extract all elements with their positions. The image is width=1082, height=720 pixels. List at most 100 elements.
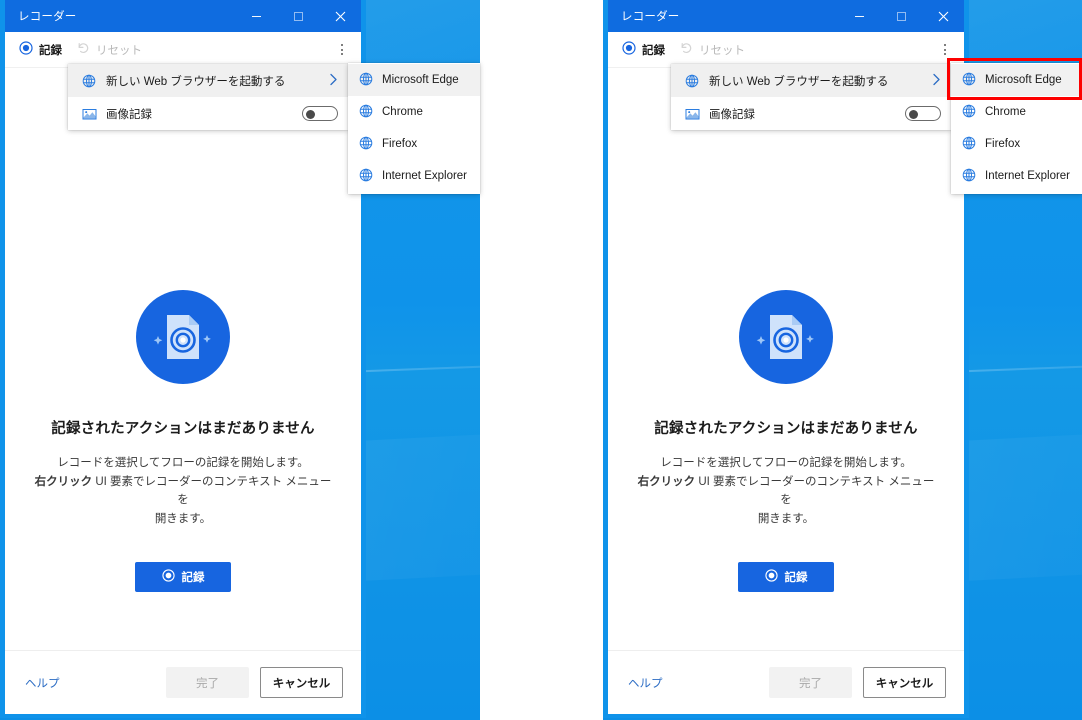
- recorder-options-menu: 新しい Web ブラウザーを起動する 画像記録: [671, 64, 951, 130]
- globe-icon: [962, 104, 976, 121]
- cancel-button[interactable]: キャンセル: [260, 667, 343, 698]
- image-record-toggle[interactable]: [302, 106, 338, 121]
- image-icon: [80, 107, 98, 121]
- done-button[interactable]: 完了: [166, 667, 249, 698]
- minimize-icon[interactable]: [235, 0, 277, 32]
- recorder-footer: ヘルプ 完了 キャンセル: [608, 650, 964, 714]
- more-options-icon[interactable]: [333, 39, 351, 61]
- browser-submenu: Microsoft Edge Chrome Firefox Internet E…: [348, 63, 480, 194]
- menu-item-launch-browser[interactable]: 新しい Web ブラウザーを起動する: [68, 64, 348, 97]
- help-link[interactable]: ヘルプ: [628, 675, 663, 691]
- close-icon[interactable]: [319, 0, 361, 32]
- globe-icon: [359, 104, 373, 121]
- panel-separator: [480, 0, 603, 720]
- record-button[interactable]: 記録: [738, 561, 834, 592]
- undo-arrow-icon: [76, 41, 90, 58]
- reset-toolbar-button[interactable]: リセット: [679, 41, 745, 58]
- record-toolbar-button[interactable]: 記録: [622, 41, 665, 58]
- submenu-item-internet-explorer[interactable]: Internet Explorer: [348, 160, 480, 192]
- submenu-item-microsoft-edge[interactable]: Microsoft Edge: [951, 64, 1082, 96]
- record-circle-icon: [622, 41, 636, 58]
- empty-desc-bold: 右クリック: [637, 475, 696, 488]
- window-controls: [838, 0, 964, 32]
- footer-buttons: 完了 キャンセル: [166, 667, 343, 698]
- globe-icon: [359, 136, 373, 153]
- submenu-item-internet-explorer[interactable]: Internet Explorer: [951, 160, 1082, 192]
- submenu-item-label: Internet Explorer: [985, 170, 1071, 182]
- panel-before: レコーダー 記録 リセット 記録されたアクションはまだありません レコードを選択…: [0, 0, 480, 720]
- recorder-footer: ヘルプ 完了 キャンセル: [5, 650, 361, 714]
- reset-toolbar-button[interactable]: リセット: [76, 41, 142, 58]
- cancel-button[interactable]: キャンセル: [863, 667, 946, 698]
- submenu-item-chrome[interactable]: Chrome: [951, 96, 1082, 128]
- recorder-options-menu: 新しい Web ブラウザーを起動する 画像記録: [68, 64, 348, 130]
- close-icon[interactable]: [922, 0, 964, 32]
- empty-desc-bold: 右クリック: [34, 475, 93, 488]
- empty-desc-line2: UI 要素でレコーダーのコンテキスト メニューを: [695, 475, 935, 507]
- chevron-right-icon: [329, 73, 338, 88]
- globe-icon: [962, 168, 976, 185]
- empty-desc-line1: レコードを選択してフローの記録を開始します。: [660, 457, 912, 469]
- recorder-toolbar: 記録 リセット: [608, 32, 964, 68]
- empty-state-title: 記録されたアクションはまだありません: [654, 421, 918, 437]
- recorder-toolbar: 記録 リセット: [5, 32, 361, 68]
- title-bar: レコーダー: [5, 0, 361, 32]
- empty-state: 記録されたアクションはまだありません レコードを選択してフローの記録を開始します…: [5, 290, 361, 592]
- menu-item-label: 新しい Web ブラウザーを起動する: [709, 75, 889, 88]
- more-options-icon[interactable]: [936, 39, 954, 61]
- record-circle-icon: [19, 41, 33, 58]
- submenu-item-chrome[interactable]: Chrome: [348, 96, 480, 128]
- record-button-label: 記録: [181, 571, 205, 584]
- record-document-icon: [136, 290, 230, 384]
- menu-item-label: 画像記録: [106, 108, 152, 121]
- menu-item-launch-browser[interactable]: 新しい Web ブラウザーを起動する: [671, 64, 951, 97]
- minimize-icon[interactable]: [838, 0, 880, 32]
- submenu-item-microsoft-edge[interactable]: Microsoft Edge: [348, 64, 480, 96]
- empty-state-title: 記録されたアクションはまだありません: [51, 421, 315, 437]
- submenu-item-label: Internet Explorer: [382, 170, 468, 182]
- window-title: レコーダー: [621, 11, 680, 23]
- window-title: レコーダー: [18, 11, 77, 23]
- globe-icon: [962, 136, 976, 153]
- submenu-item-label: Firefox: [382, 138, 418, 150]
- image-record-toggle[interactable]: [905, 106, 941, 121]
- submenu-item-label: Microsoft Edge: [382, 74, 459, 86]
- record-toolbar-label: 記録: [39, 44, 62, 57]
- browser-submenu: Microsoft Edge Chrome Firefox Internet E…: [951, 63, 1082, 194]
- globe-icon: [359, 168, 373, 185]
- submenu-item-firefox[interactable]: Firefox: [348, 128, 480, 160]
- record-toolbar-label: 記録: [642, 44, 665, 57]
- empty-state-description: レコードを選択してフローの記録を開始します。 右クリック UI 要素でレコーダー…: [33, 454, 333, 529]
- submenu-item-label: Firefox: [985, 138, 1021, 150]
- maximize-icon[interactable]: [277, 0, 319, 32]
- help-link[interactable]: ヘルプ: [25, 675, 60, 691]
- record-button[interactable]: 記録: [135, 561, 231, 592]
- panel-after: レコーダー 記録 リセット 記録されたアクションはまだありません レコードを選択…: [603, 0, 1082, 720]
- globe-icon: [359, 72, 373, 89]
- empty-state: 記録されたアクションはまだありません レコードを選択してフローの記録を開始します…: [608, 290, 964, 592]
- reset-toolbar-label: リセット: [699, 44, 745, 57]
- done-button[interactable]: 完了: [769, 667, 852, 698]
- submenu-item-label: Chrome: [985, 106, 1026, 118]
- record-circle-icon: [764, 568, 778, 585]
- globe-icon: [80, 74, 98, 88]
- submenu-item-firefox[interactable]: Firefox: [951, 128, 1082, 160]
- chevron-right-icon: [932, 73, 941, 88]
- menu-item-image-record[interactable]: 画像記録: [68, 97, 348, 130]
- empty-state-description: レコードを選択してフローの記録を開始します。 右クリック UI 要素でレコーダー…: [636, 454, 936, 529]
- empty-desc-line3: 開きます。: [757, 512, 815, 525]
- menu-item-label: 画像記録: [709, 108, 755, 121]
- globe-icon: [683, 74, 701, 88]
- window-controls: [235, 0, 361, 32]
- record-document-icon: [739, 290, 833, 384]
- empty-desc-line1: レコードを選択してフローの記録を開始します。: [57, 457, 309, 469]
- recorder-body: 記録されたアクションはまだありません レコードを選択してフローの記録を開始します…: [5, 68, 361, 650]
- submenu-item-label: Chrome: [382, 106, 423, 118]
- record-button-label: 記録: [784, 571, 808, 584]
- globe-icon: [962, 72, 976, 89]
- record-toolbar-button[interactable]: 記録: [19, 41, 62, 58]
- menu-item-label: 新しい Web ブラウザーを起動する: [106, 75, 286, 88]
- maximize-icon[interactable]: [880, 0, 922, 32]
- menu-item-image-record[interactable]: 画像記録: [671, 97, 951, 130]
- recorder-body: 記録されたアクションはまだありません レコードを選択してフローの記録を開始します…: [608, 68, 964, 650]
